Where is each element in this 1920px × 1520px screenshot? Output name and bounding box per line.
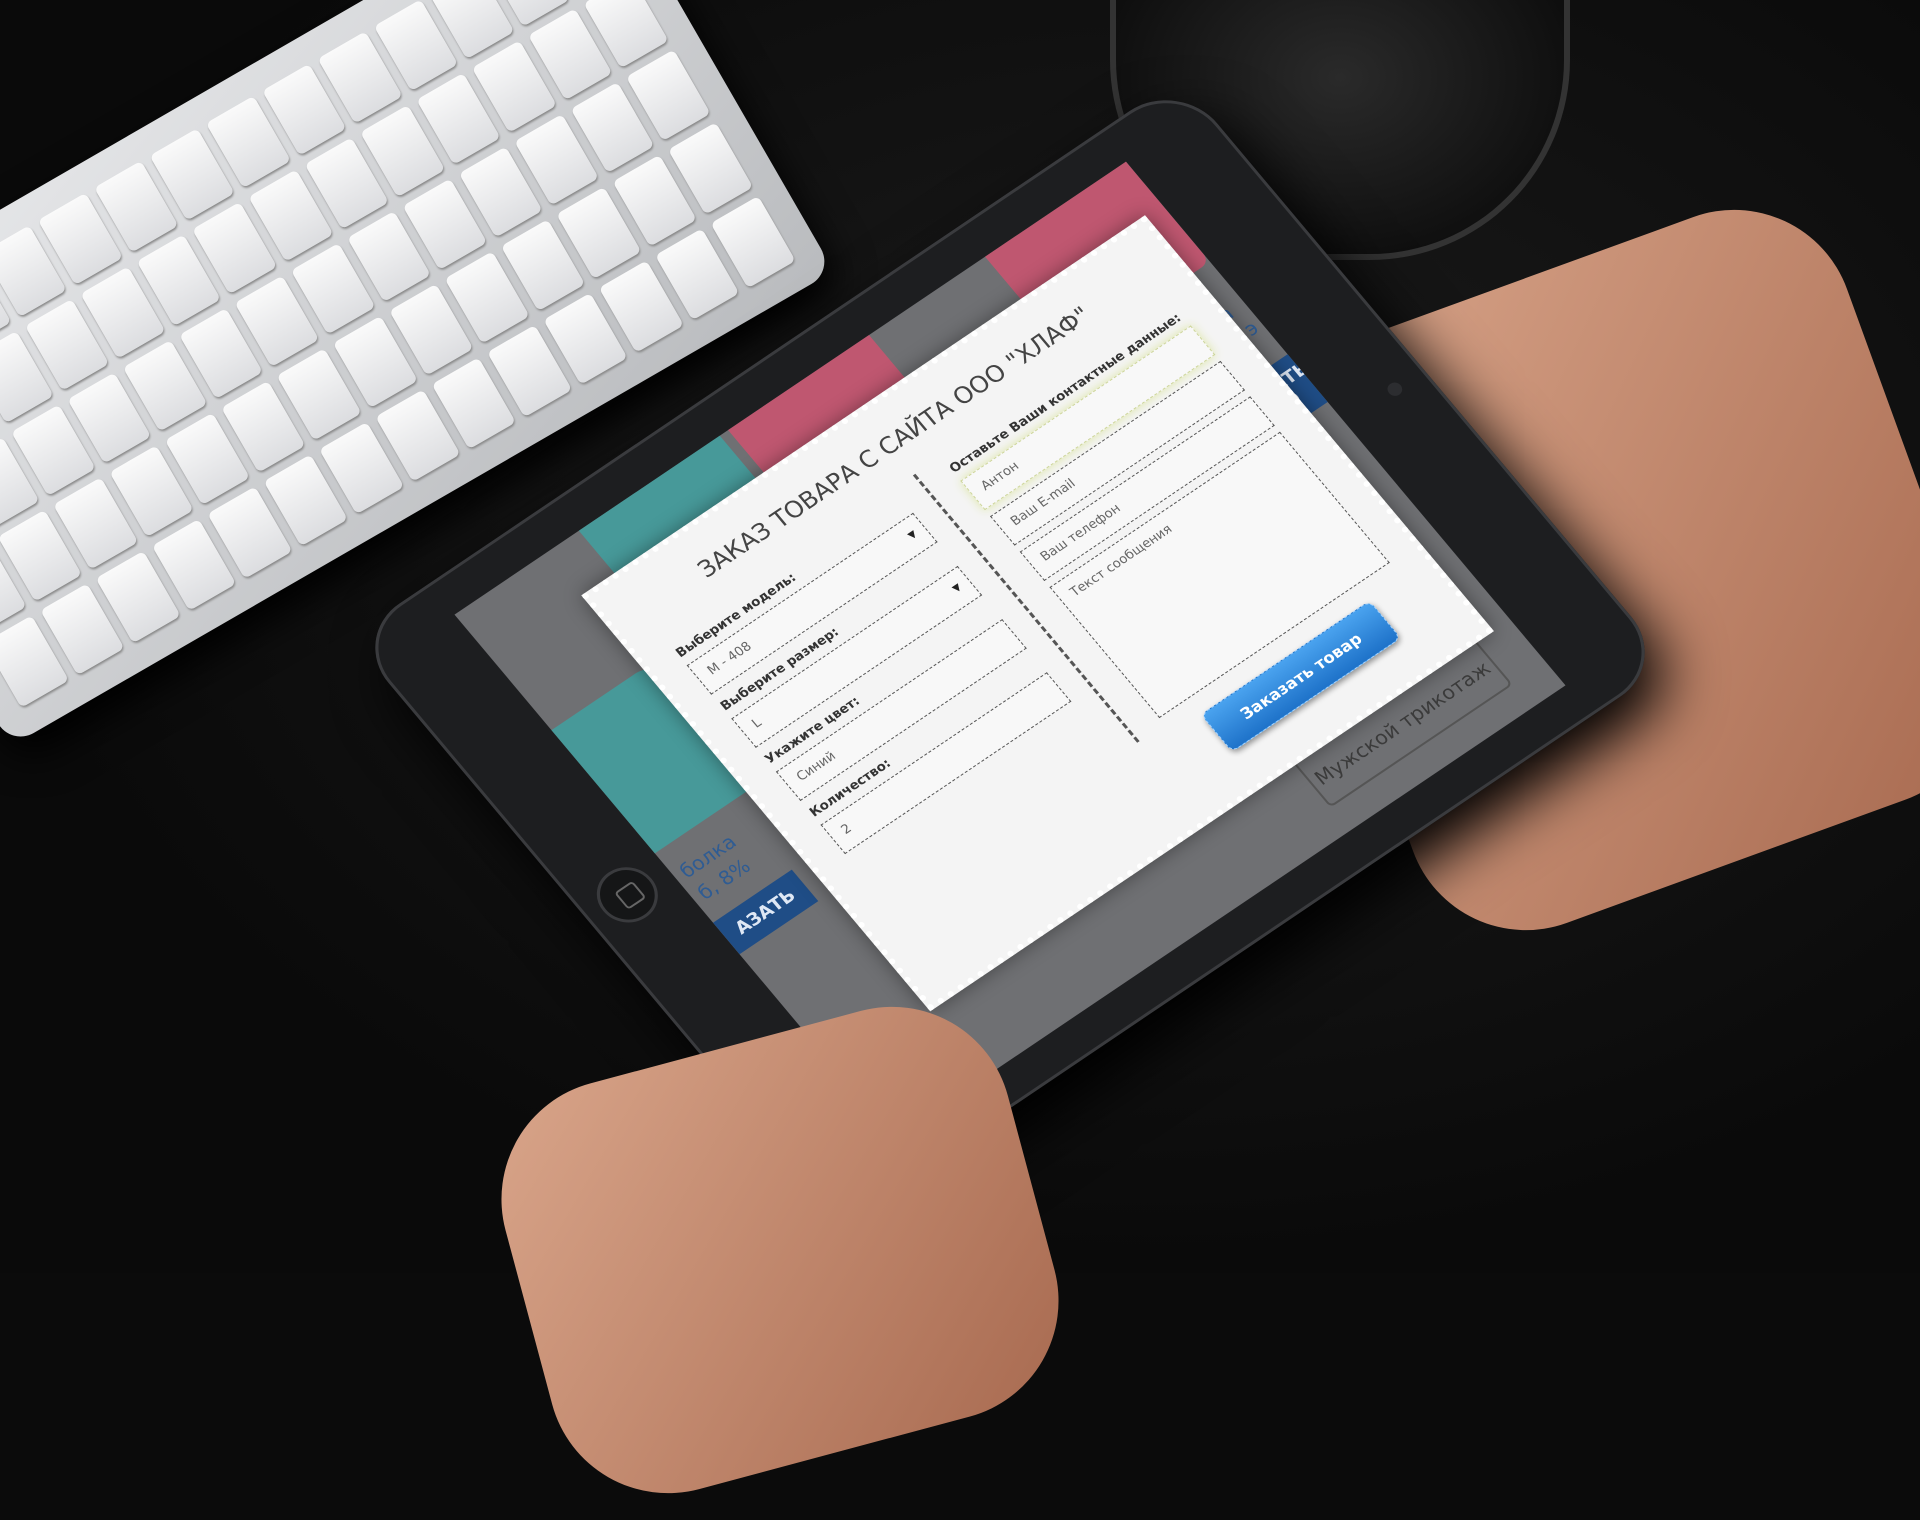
model-value: M - 408 — [704, 639, 755, 679]
chevron-down-icon: ▼ — [950, 582, 965, 595]
chevron-down-icon: ▼ — [905, 528, 920, 542]
camera-icon — [1384, 379, 1406, 399]
home-button[interactable] — [584, 856, 671, 934]
size-value: L — [749, 715, 765, 732]
